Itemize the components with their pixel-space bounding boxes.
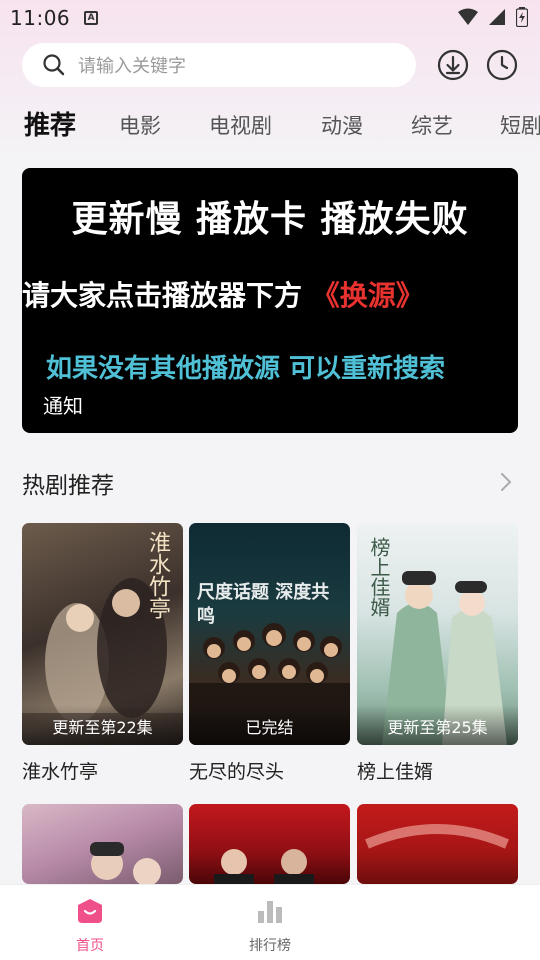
- nav-ranking[interactable]: 排行榜: [180, 885, 360, 960]
- category-tabs: 推荐 电影 电视剧 动漫 综艺 短剧: [24, 106, 540, 146]
- nav-label: 排行榜: [249, 938, 291, 954]
- notification-icon: A: [84, 11, 99, 25]
- history-icon[interactable]: [486, 49, 518, 81]
- tab-recommend[interactable]: 推荐: [24, 106, 76, 146]
- poster-title-art: 尺度话题 深度共鸣: [197, 582, 330, 627]
- poster-art: [365, 824, 509, 849]
- banner-label: 通知: [43, 394, 83, 418]
- status-icons: [458, 7, 528, 27]
- card-title: 榜上佳婿: [357, 761, 434, 783]
- tab-anime[interactable]: 动漫: [321, 106, 363, 146]
- card-title: 无尽的尽头: [189, 761, 285, 783]
- search-placeholder: 请输入关键字: [78, 56, 186, 77]
- tab-variety[interactable]: 综艺: [411, 106, 453, 146]
- poster-image: 尺度话题 深度共鸣 已完结: [189, 523, 350, 745]
- bottom-navigation: 首页 排行榜: [0, 884, 540, 960]
- wifi-icon: [458, 8, 478, 25]
- tab-tv-series[interactable]: 电视剧: [209, 106, 272, 146]
- section-title: 热剧推荐: [22, 473, 114, 499]
- tab-movies[interactable]: 电影: [119, 106, 161, 146]
- nav-home[interactable]: 首页: [0, 885, 180, 960]
- nav-label: 首页: [76, 938, 104, 954]
- banner-instruction: 请大家点击播放器下方 《换源》: [22, 274, 518, 314]
- poster-image: 榜上佳婿 更新至第25集: [357, 523, 518, 745]
- card-title: 淮水竹亭: [22, 761, 99, 783]
- episode-status: 更新至第25集: [357, 705, 518, 745]
- drama-card[interactable]: 榜上佳婿 更新至第25集 榜上佳婿: [357, 523, 518, 784]
- signal-icon: [489, 9, 505, 25]
- search-input[interactable]: 请输入关键字: [22, 43, 416, 87]
- drama-card[interactable]: [189, 804, 350, 884]
- banner-highlight: 《换源》: [311, 279, 424, 312]
- drama-card[interactable]: [22, 804, 183, 884]
- drama-card[interactable]: 尺度话题 深度共鸣 已完结 无尽的尽头: [189, 523, 350, 784]
- poster-art: [90, 842, 161, 884]
- banner-headline: 更新慢 播放卡 播放失败: [71, 199, 469, 240]
- poster-title-art: 榜上佳婿: [367, 537, 391, 617]
- download-icon[interactable]: [437, 49, 469, 81]
- poster-image: [189, 804, 350, 884]
- episode-status: 更新至第22集: [22, 705, 183, 745]
- banner-hint: 如果没有其他播放源 可以重新搜索: [46, 354, 446, 384]
- home-icon: [78, 899, 102, 923]
- poster-image: 淮水竹亭 更新至第22集: [22, 523, 183, 745]
- status-time: 11:06: [10, 6, 71, 30]
- banner-instruction-text: 请大家点击播放器下方: [22, 279, 312, 312]
- drama-card[interactable]: [357, 804, 518, 884]
- drama-card[interactable]: 淮水竹亭 更新至第22集 淮水竹亭: [22, 523, 183, 784]
- search-icon: [43, 54, 65, 76]
- status-bar: 11:06 A: [0, 0, 540, 36]
- poster-image: [22, 804, 183, 884]
- episode-status: 已完结: [189, 705, 350, 745]
- notice-banner[interactable]: 更新慢 播放卡 播放失败 请大家点击播放器下方 《换源》 如果没有其他播放源 可…: [22, 168, 518, 433]
- chevron-right-icon[interactable]: [498, 470, 514, 494]
- battery-icon: [516, 7, 528, 27]
- poster-title-art: 淮水竹亭: [145, 531, 170, 619]
- bar-chart-icon: [258, 901, 282, 923]
- poster-image: [357, 804, 518, 884]
- poster-art: [214, 849, 314, 884]
- tab-short-drama[interactable]: 短剧: [500, 106, 540, 146]
- search-row: 请输入关键字: [22, 43, 522, 87]
